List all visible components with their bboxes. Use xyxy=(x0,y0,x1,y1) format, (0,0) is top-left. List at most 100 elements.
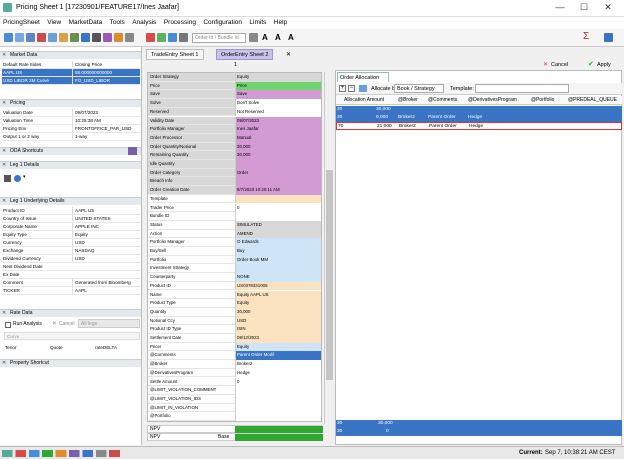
grid-row[interactable]: Order Creation Date 9/7/2023 10:20:11 AM xyxy=(148,186,321,195)
menu-help[interactable]: Help xyxy=(271,17,290,28)
allocation-pct[interactable]: 30 xyxy=(337,106,342,113)
grid-value[interactable]: Hedge xyxy=(235,368,321,378)
underlying-value[interactable]: Equity xyxy=(72,231,140,238)
grid-view-icon[interactable] xyxy=(359,85,367,92)
rate-data-header[interactable]: Rate Data xyxy=(0,309,141,317)
text-format-icon[interactable] xyxy=(92,33,101,42)
grid-value[interactable]: AMEND xyxy=(235,229,321,239)
underlying-row[interactable]: Corporate Name APPLE INC xyxy=(2,223,140,231)
leg1-details-header[interactable]: Leg 1 Details xyxy=(0,161,141,169)
menu-configuration[interactable]: Configuration xyxy=(200,17,245,28)
settings-icon[interactable] xyxy=(125,33,134,42)
md-row[interactable]: Default Rate Sides Closing Price xyxy=(2,61,140,69)
col-portfolio[interactable]: @Portfolio xyxy=(531,96,554,105)
info-icon[interactable] xyxy=(14,175,21,182)
font-increase-icon[interactable]: A xyxy=(262,33,268,42)
open-icon[interactable] xyxy=(15,33,24,42)
grid-row[interactable]: @LIMIT_IN_VIOLATION xyxy=(148,403,321,413)
cube-icon[interactable] xyxy=(114,33,123,42)
grid-row[interactable]: @DerivativesProgram Hedge xyxy=(148,368,321,378)
export-icon[interactable] xyxy=(81,33,90,42)
allocation-pct[interactable]: 70 xyxy=(338,123,343,130)
cancel-button[interactable]: Cancel xyxy=(551,62,568,68)
filter-icon[interactable] xyxy=(157,33,166,42)
pricing-header[interactable]: Pricing xyxy=(0,99,141,107)
tab-order-allocation[interactable]: Order Allocation xyxy=(337,72,389,82)
grid-row[interactable]: Name Equity AAPL US xyxy=(148,290,321,300)
grid-row[interactable]: Portfolio Manager O Edwards xyxy=(148,238,321,247)
grid-value[interactable] xyxy=(235,386,321,395)
col-derivatives-program[interactable]: @DerivativesProgram xyxy=(468,96,517,105)
menu-tools[interactable]: Tools xyxy=(107,17,128,28)
menu-analysis[interactable]: Analysis xyxy=(129,17,159,28)
underlying-row[interactable]: Dividend Currency USD xyxy=(2,255,140,263)
refresh-icon[interactable] xyxy=(146,33,155,42)
allocation-amount[interactable]: 21,000 xyxy=(377,123,392,130)
grid-row[interactable]: Reserved Not Reserved xyxy=(148,107,321,117)
allocation-row[interactable]: 70 21,000 Broker2 Parent Order Hedge xyxy=(336,122,622,130)
grid-row[interactable]: @Portfolio xyxy=(148,412,321,421)
allocate-by-select[interactable]: Book / Strategy xyxy=(394,84,444,93)
grid-value[interactable]: Order Book MM xyxy=(235,255,321,265)
bookmark-icon[interactable] xyxy=(70,33,79,42)
grid-value[interactable]: Manual xyxy=(235,133,321,143)
pricing-row[interactable]: Valuation Time 10:25:38 AM xyxy=(2,117,140,125)
allocation-broker[interactable]: Broker2 xyxy=(398,114,415,121)
grid-row[interactable]: Product ID US0378331005 xyxy=(148,281,321,291)
grid-row[interactable]: Buy/Sell Buy xyxy=(148,247,321,256)
pricing-row[interactable]: Pricing Env FRONTOFFICE_PAR_USD xyxy=(2,125,140,133)
allocation-pct[interactable]: 30 xyxy=(337,114,342,121)
underlying-row[interactable]: Next Dividend Date xyxy=(2,263,140,271)
allocation-program[interactable]: Hedge xyxy=(468,114,482,121)
grid-row[interactable]: Bundle ID xyxy=(148,212,321,221)
underlying-row[interactable]: Ex Date xyxy=(2,271,140,279)
underlying-row[interactable]: TICKER AAPL xyxy=(2,287,140,295)
grid-row[interactable]: Save Save xyxy=(148,90,321,100)
menu-marketdata[interactable]: MarketData xyxy=(66,17,106,28)
close-icon[interactable]: ✕ xyxy=(598,2,618,14)
grid-value[interactable]: Equity xyxy=(235,342,321,352)
grid-value[interactable]: Equity xyxy=(235,73,321,82)
underlying-row[interactable]: Country of Issue UNITED STATES xyxy=(2,215,140,223)
font-decrease-icon[interactable]: A xyxy=(275,33,281,42)
grid-value[interactable]: Order xyxy=(235,168,321,178)
pricing-row[interactable]: Output 1 or 2 way 1-way xyxy=(2,133,140,141)
allocation-comments[interactable]: Parent Order xyxy=(429,123,457,130)
underlying-row[interactable]: Product ID AAPL US xyxy=(2,207,140,215)
grid-row[interactable]: Pricer Equity xyxy=(148,342,321,352)
grid-value[interactable]: ISIN xyxy=(235,325,321,334)
grid-row[interactable]: Validity Date 09/07/2023 xyxy=(148,116,321,126)
apply-button[interactable]: Apply xyxy=(597,62,611,68)
leg1-underlying-header[interactable]: Leg 1 Underlying Details xyxy=(0,197,141,205)
grid-value[interactable]: US0378331005 xyxy=(235,281,321,291)
order-search-input[interactable]: Order Id / Bundle Id xyxy=(192,33,246,43)
col-comments[interactable]: @Comments xyxy=(428,96,457,105)
grid-row[interactable]: Solve Don't Solve xyxy=(148,99,321,108)
tab-close-icon[interactable]: ✕ xyxy=(286,51,291,58)
grid-value[interactable]: USD xyxy=(235,316,321,326)
grid-value[interactable]: Save xyxy=(235,90,321,100)
grid-value[interactable]: 30,000 xyxy=(235,307,321,317)
allocation-program[interactable]: Hedge xyxy=(469,123,483,130)
grid-row[interactable]: Settlement Date 09/12/2023 xyxy=(148,334,321,343)
market-data-header[interactable]: Market Data xyxy=(0,51,141,59)
grid-row[interactable]: @Comments Parent Order Modif xyxy=(148,351,321,361)
total-row[interactable]: 30 30,000 xyxy=(336,420,622,428)
add-icon[interactable]: + xyxy=(339,85,346,92)
menu-pricingsheet[interactable]: PricingSheet xyxy=(0,17,43,28)
grid-row[interactable]: Order Strategy Equity xyxy=(148,73,321,82)
md-row[interactable]: AAPL US 58.000000000000 xyxy=(2,69,140,77)
remove-icon[interactable]: − xyxy=(348,85,355,92)
col-predeal-queue[interactable]: @PREDEAL_QUEUE xyxy=(568,96,617,105)
menu-limits[interactable]: Limits xyxy=(246,17,269,28)
underlying-value[interactable]: NASDAQ xyxy=(72,247,140,254)
menu-view[interactable]: View xyxy=(44,17,64,28)
curve-select[interactable]: Curve xyxy=(4,332,140,340)
underlying-value[interactable]: UNITED STATES xyxy=(72,215,140,222)
grid-value[interactable]: Don't Solve xyxy=(235,99,321,108)
underlying-row[interactable]: Equity Type Equity xyxy=(2,231,140,239)
grid-row[interactable]: Notional Ccy USD xyxy=(148,316,321,326)
oda-shortcuts-header[interactable]: ODA Shortcuts xyxy=(0,147,141,155)
underlying-row[interactable]: Currency USD xyxy=(2,239,140,247)
grid-value[interactable]: SIMULATED xyxy=(235,220,321,230)
